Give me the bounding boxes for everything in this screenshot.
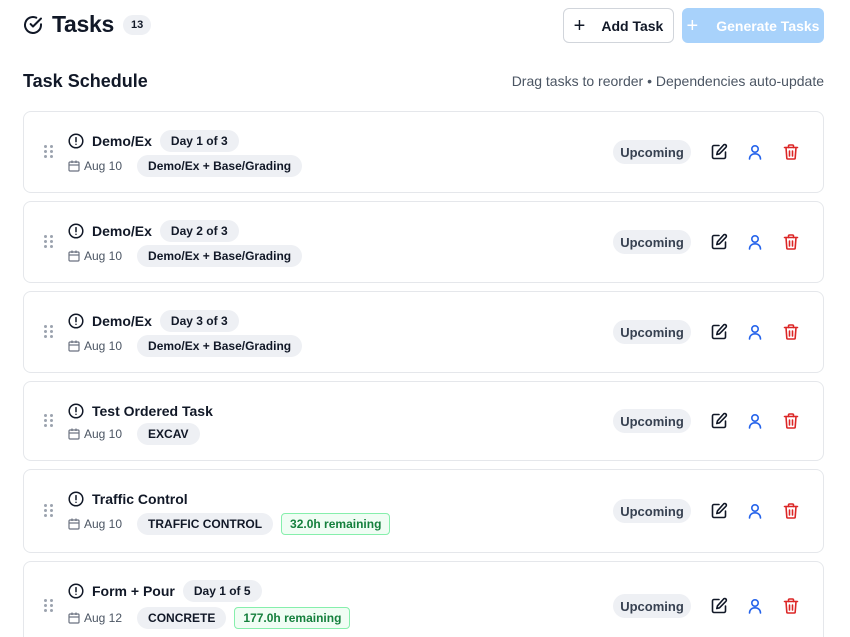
task-count-badge: 13 bbox=[123, 14, 152, 35]
status-badge: Upcoming bbox=[613, 320, 691, 344]
section-title: Task Schedule bbox=[23, 71, 148, 91]
assign-user-icon[interactable] bbox=[746, 233, 764, 251]
trade-badge: TRAFFIC CONTROL bbox=[137, 513, 274, 535]
add-task-label: Add Task bbox=[601, 17, 664, 34]
remaining-hours-badge: 177.0h remaining bbox=[234, 607, 351, 629]
drag-handle-icon[interactable] bbox=[44, 235, 54, 249]
title-group: Tasks 13 bbox=[23, 11, 152, 38]
edit-icon[interactable] bbox=[710, 502, 728, 520]
delete-icon[interactable] bbox=[782, 323, 800, 341]
calendar-icon bbox=[68, 428, 80, 440]
task-title-row: Form + Pour Day 1 of 5 bbox=[68, 580, 262, 602]
edit-icon[interactable] bbox=[710, 143, 728, 161]
task-date: Aug 10 bbox=[84, 159, 123, 173]
delete-icon[interactable] bbox=[782, 233, 800, 251]
task-meta-row: Aug 10 Demo/Ex + Base/Grading bbox=[68, 155, 303, 177]
task-meta-row: Aug 10 Demo/Ex + Base/Grading bbox=[68, 335, 303, 357]
drag-handle-icon[interactable] bbox=[44, 504, 54, 518]
plus-icon: + bbox=[686, 14, 699, 37]
task-title-row: Demo/Ex Day 3 of 3 bbox=[68, 310, 239, 332]
task-name: Demo/Ex bbox=[92, 133, 152, 149]
task-card[interactable]: Test Ordered Task Aug 10 EXCAV Upcoming bbox=[23, 381, 824, 461]
trade-badge: Demo/Ex + Base/Grading bbox=[137, 155, 303, 177]
assign-user-icon[interactable] bbox=[746, 143, 764, 161]
task-card[interactable]: Demo/Ex Day 1 of 3 Aug 10 Demo/Ex + Base/Gr… bbox=[23, 111, 824, 193]
generate-tasks-button[interactable]: + Generate Tasks bbox=[682, 8, 824, 43]
task-card[interactable]: Form + Pour Day 1 of 5 Aug 12 CONCRETE 177.0… bbox=[23, 561, 824, 637]
day-badge: Day 1 of 3 bbox=[159, 130, 239, 152]
task-card[interactable]: Demo/Ex Day 2 of 3 Aug 10 Demo/Ex + Base/Gr… bbox=[23, 201, 824, 283]
task-name: Demo/Ex bbox=[92, 313, 152, 329]
calendar-icon bbox=[68, 612, 80, 624]
calendar-icon bbox=[68, 518, 80, 530]
trade-badge: CONCRETE bbox=[137, 607, 227, 629]
alert-circle-icon bbox=[68, 491, 84, 507]
task-title-row: Demo/Ex Day 1 of 3 bbox=[68, 130, 239, 152]
drag-handle-icon[interactable] bbox=[44, 325, 54, 339]
assign-user-icon[interactable] bbox=[746, 412, 764, 430]
task-date: Aug 10 bbox=[84, 249, 123, 263]
task-date: Aug 10 bbox=[84, 427, 123, 441]
status-badge: Upcoming bbox=[613, 140, 691, 164]
check-circle-icon bbox=[23, 15, 43, 35]
delete-icon[interactable] bbox=[782, 502, 800, 520]
edit-icon[interactable] bbox=[710, 233, 728, 251]
add-task-button[interactable]: + Add Task bbox=[563, 8, 674, 43]
task-meta-row: Aug 10 EXCAV bbox=[68, 423, 200, 445]
trade-badge: Demo/Ex + Base/Grading bbox=[137, 245, 303, 267]
delete-icon[interactable] bbox=[782, 412, 800, 430]
task-name: Traffic Control bbox=[92, 491, 188, 507]
task-date: Aug 10 bbox=[84, 339, 123, 353]
delete-icon[interactable] bbox=[782, 597, 800, 615]
task-name: Demo/Ex bbox=[92, 223, 152, 239]
calendar-icon bbox=[68, 250, 80, 262]
task-meta-row: Aug 10 Demo/Ex + Base/Grading bbox=[68, 245, 303, 267]
delete-icon[interactable] bbox=[782, 143, 800, 161]
alert-circle-icon bbox=[68, 583, 84, 599]
page-title: Tasks bbox=[52, 11, 115, 37]
day-badge: Day 1 of 5 bbox=[182, 580, 262, 602]
assign-user-icon[interactable] bbox=[746, 597, 764, 615]
task-name: Form + Pour bbox=[92, 583, 175, 599]
drag-handle-icon[interactable] bbox=[44, 599, 54, 613]
drag-handle-icon[interactable] bbox=[44, 414, 54, 428]
task-card[interactable]: Demo/Ex Day 3 of 3 Aug 10 Demo/Ex + Base/Gr… bbox=[23, 291, 824, 373]
trade-badge: EXCAV bbox=[137, 423, 200, 445]
status-badge: Upcoming bbox=[613, 499, 691, 523]
remaining-hours-badge: 32.0h remaining bbox=[281, 513, 391, 535]
task-title-row: Traffic Control bbox=[68, 488, 188, 510]
status-badge: Upcoming bbox=[613, 230, 691, 254]
assign-user-icon[interactable] bbox=[746, 323, 764, 341]
task-meta-row: Aug 10 TRAFFIC CONTROL 32.0h remaining bbox=[68, 513, 391, 535]
alert-circle-icon bbox=[68, 403, 84, 419]
task-meta-row: Aug 12 CONCRETE 177.0h remaining bbox=[68, 607, 351, 629]
alert-circle-icon bbox=[68, 223, 84, 239]
edit-icon[interactable] bbox=[710, 412, 728, 430]
task-name: Test Ordered Task bbox=[92, 403, 213, 419]
task-title-row: Demo/Ex Day 2 of 3 bbox=[68, 220, 239, 242]
page-header: Tasks 13 + Add Task + Generate Tasks bbox=[23, 8, 824, 44]
edit-icon[interactable] bbox=[710, 597, 728, 615]
calendar-icon bbox=[68, 160, 80, 172]
day-badge: Day 3 of 3 bbox=[159, 310, 239, 332]
trade-badge: Demo/Ex + Base/Grading bbox=[137, 335, 303, 357]
task-title-row: Test Ordered Task bbox=[68, 400, 213, 422]
calendar-icon bbox=[68, 340, 80, 352]
edit-icon[interactable] bbox=[710, 323, 728, 341]
day-badge: Day 2 of 3 bbox=[159, 220, 239, 242]
task-date: Aug 12 bbox=[84, 611, 123, 625]
task-date: Aug 10 bbox=[84, 517, 123, 531]
plus-icon: + bbox=[573, 14, 586, 37]
section-hint: Drag tasks to reorder • Dependencies aut… bbox=[511, 73, 824, 89]
status-badge: Upcoming bbox=[613, 594, 691, 618]
alert-circle-icon bbox=[68, 313, 84, 329]
status-badge: Upcoming bbox=[613, 409, 691, 433]
generate-tasks-label: Generate Tasks bbox=[716, 17, 820, 34]
assign-user-icon[interactable] bbox=[746, 502, 764, 520]
alert-circle-icon bbox=[68, 133, 84, 149]
task-card[interactable]: Traffic Control Aug 10 TRAFFIC CONTROL 32.0… bbox=[23, 469, 824, 553]
drag-handle-icon[interactable] bbox=[44, 145, 54, 159]
